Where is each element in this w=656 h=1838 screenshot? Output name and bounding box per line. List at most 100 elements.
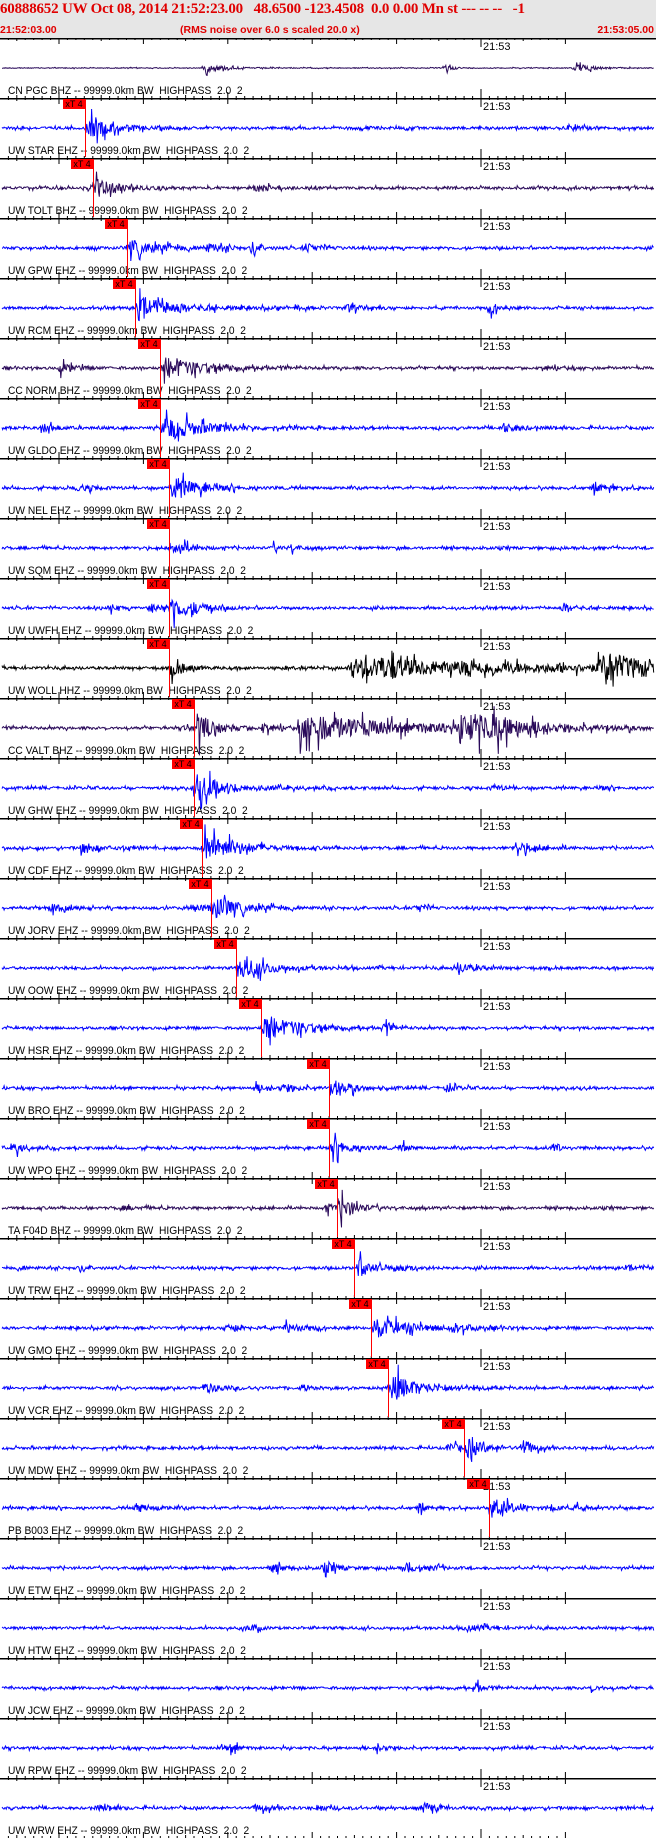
pick-marker[interactable]: xT 4 — [315, 1179, 337, 1189]
pick-line[interactable] — [93, 159, 94, 217]
station-label: CC NORM BHZ -- 99999.0km BW HIGHPASS 2.0… — [8, 385, 252, 397]
pick-line[interactable] — [85, 99, 86, 157]
pick-line[interactable] — [464, 1419, 465, 1477]
station-label: UW JCW EHZ -- 99999.0km BW HIGHPASS 2.0 … — [8, 1705, 245, 1717]
pick-marker[interactable]: xT 4 — [214, 939, 236, 949]
station-label: PB B003 EHZ -- 99999.0km BW HIGHPASS 2.0… — [8, 1525, 244, 1537]
trace-panel: 21:53 UW GLDO EHZ -- 99999.0km BW HIGHPAS… — [0, 398, 656, 458]
trace-panel: 21:53 UW CDF EHZ -- 99999.0km BW HIGHPASS… — [0, 818, 656, 878]
trace-panel: 21:53 UW JCW EHZ -- 99999.0km BW HIGHPASS… — [0, 1658, 656, 1718]
pick-marker[interactable]: xT 4 — [147, 519, 169, 529]
trace-panel: 21:53 UW WPO EHZ -- 99999.0km BW HIGHPASS… — [0, 1118, 656, 1178]
pick-line[interactable] — [169, 639, 170, 697]
waveform-trace — [1, 1189, 655, 1228]
trace-panel: 21:53 UW MDW EHZ -- 99999.0km BW HIGHPASS… — [0, 1418, 656, 1478]
station-label: CN PGC BHZ -- 99999.0km BW HIGHPASS 2.0 … — [8, 85, 243, 97]
pick-line[interactable] — [337, 1179, 338, 1237]
pick-line[interactable] — [371, 1299, 372, 1357]
pick-line[interactable] — [261, 999, 262, 1057]
pick-marker[interactable]: xT 4 — [307, 1059, 329, 1069]
event-title: 60888652 UW Oct 08, 2014 21:52:23.00 48.… — [0, 1, 525, 17]
pick-line[interactable] — [236, 939, 237, 997]
pick-line[interactable] — [489, 1479, 490, 1537]
trace-panel: 21:53 UW HSR EHZ -- 99999.0km BW HIGHPASS… — [0, 998, 656, 1058]
trace-panel: 21:53 UW SQM EHZ -- 99999.0km BW HIGHPASS… — [0, 518, 656, 578]
waveform-trace — [1, 1016, 655, 1046]
pick-marker[interactable]: xT 4 — [71, 159, 93, 169]
time-marker-label: 21:53 — [483, 461, 511, 473]
pick-marker[interactable]: xT 4 — [63, 99, 85, 109]
time-marker-label: 21:53 — [483, 341, 511, 353]
seismogram-panels: 21:53 CN PGC BHZ -- 99999.0km BW HIGHPASS… — [0, 38, 656, 1838]
station-label: UW VCR EHZ -- 99999.0km BW HIGHPASS 2.0 … — [8, 1405, 245, 1417]
waveform-trace — [1, 108, 655, 144]
pick-line[interactable] — [169, 459, 170, 517]
pick-line[interactable] — [160, 399, 161, 457]
waveform-trace — [1, 1251, 655, 1276]
pick-marker[interactable]: xT 4 — [147, 459, 169, 469]
pick-marker[interactable]: xT 4 — [180, 819, 202, 829]
pick-line[interactable] — [127, 219, 128, 277]
pick-line[interactable] — [194, 699, 195, 757]
pick-marker[interactable]: xT 4 — [113, 279, 135, 289]
trace-panel: 21:53 UW GPW EHZ -- 99999.0km BW HIGHPASS… — [0, 218, 656, 278]
pick-marker[interactable]: xT 4 — [366, 1359, 388, 1369]
trace-panel: 21:53 UW TRW EHZ -- 99999.0km BW HIGHPASS… — [0, 1238, 656, 1298]
time-marker-label: 21:53 — [483, 1781, 511, 1793]
pick-marker[interactable]: xT 4 — [467, 1479, 489, 1489]
pick-line[interactable] — [329, 1119, 330, 1177]
pick-marker[interactable]: xT 4 — [105, 219, 127, 229]
pick-line[interactable] — [169, 579, 170, 637]
time-marker-label: 21:53 — [483, 761, 511, 773]
time-marker-label: 21:53 — [483, 1241, 511, 1253]
waveform-trace — [1, 357, 655, 384]
event-header: 60888652 UW Oct 08, 2014 21:52:23.00 48.… — [0, 0, 656, 38]
pick-line[interactable] — [169, 519, 170, 577]
pick-marker[interactable]: xT 4 — [147, 579, 169, 589]
station-label: UW WRW EHZ -- 99999.0km BW HIGHPASS 2.0 … — [8, 1825, 250, 1837]
pick-marker[interactable]: xT 4 — [138, 339, 160, 349]
pick-line[interactable] — [211, 879, 212, 937]
pick-marker[interactable]: xT 4 — [442, 1419, 464, 1429]
trace-panel: 21:53 CN PGC BHZ -- 99999.0km BW HIGHPASS… — [0, 38, 656, 98]
pick-line[interactable] — [160, 339, 161, 397]
pick-marker[interactable]: xT 4 — [239, 999, 261, 1009]
pick-line[interactable] — [329, 1059, 330, 1117]
pick-marker[interactable]: xT 4 — [307, 1119, 329, 1129]
trace-panel: 21:53 UW GMO EHZ -- 99999.0km BW HIGHPASS… — [0, 1298, 656, 1358]
waveform-trace — [1, 1801, 654, 1815]
pick-line[interactable] — [202, 819, 203, 877]
waveform-trace — [1, 1679, 654, 1694]
pick-marker[interactable]: xT 4 — [138, 399, 160, 409]
trace-panel: 21:53 PB B003 EHZ -- 99999.0km BW HIGHPAS… — [0, 1478, 656, 1538]
trace-panel: 21:53 UW HTW EHZ -- 99999.0km BW HIGHPASS… — [0, 1598, 656, 1658]
pick-marker[interactable]: xT 4 — [332, 1239, 354, 1249]
waveform-trace — [1, 240, 654, 262]
trace-panel: 21:53 UW NEL EHZ -- 99999.0km BW HIGHPASS… — [0, 458, 656, 518]
time-marker-label: 21:53 — [483, 641, 511, 653]
time-marker-label: 21:53 — [483, 161, 511, 173]
time-marker-label: 21:53 — [483, 1361, 511, 1373]
trace-panel: 21:53 UW UWFH EHZ -- 99999.0km BW HIGHPAS… — [0, 578, 656, 638]
pick-line[interactable] — [388, 1359, 389, 1417]
pick-line[interactable] — [354, 1239, 355, 1297]
pick-marker[interactable]: xT 4 — [147, 639, 169, 649]
pick-marker[interactable]: xT 4 — [172, 699, 194, 709]
station-label: UW GHW EHZ -- 99999.0km BW HIGHPASS 2.0 … — [8, 805, 248, 817]
scaling-note: (RMS noise over 6.0 s scaled 20.0 x) — [180, 24, 360, 36]
pick-line[interactable] — [135, 279, 136, 337]
station-label: UW STAR EHZ -- 99999.0km BW HIGHPASS 2.0… — [8, 145, 250, 157]
station-label: UW JORV EHZ -- 99999.0km BW HIGHPASS 2.0… — [8, 925, 250, 937]
pick-marker[interactable]: xT 4 — [172, 759, 194, 769]
trace-panel: 21:53 UW WOLL HHZ -- 99999.0km BW HIGHPAS… — [0, 638, 656, 698]
time-marker-label: 21:53 — [483, 821, 511, 833]
trace-panel: 21:53 UW STAR EHZ -- 99999.0km BW HIGHPAS… — [0, 98, 656, 158]
trace-panel: 21:53 UW RCM EHZ -- 99999.0km BW HIGHPASS… — [0, 278, 656, 338]
waveform-trace — [1, 1436, 655, 1463]
pick-marker[interactable]: xT 4 — [189, 879, 211, 889]
trace-panel: 21:53 UW BRO EHZ -- 99999.0km BW HIGHPASS… — [0, 1058, 656, 1118]
pick-marker[interactable]: xT 4 — [349, 1299, 371, 1309]
station-label: UW WPO EHZ -- 99999.0km BW HIGHPASS 2.0 … — [8, 1165, 248, 1177]
pick-line[interactable] — [194, 759, 195, 817]
time-marker-label: 21:53 — [483, 401, 511, 413]
